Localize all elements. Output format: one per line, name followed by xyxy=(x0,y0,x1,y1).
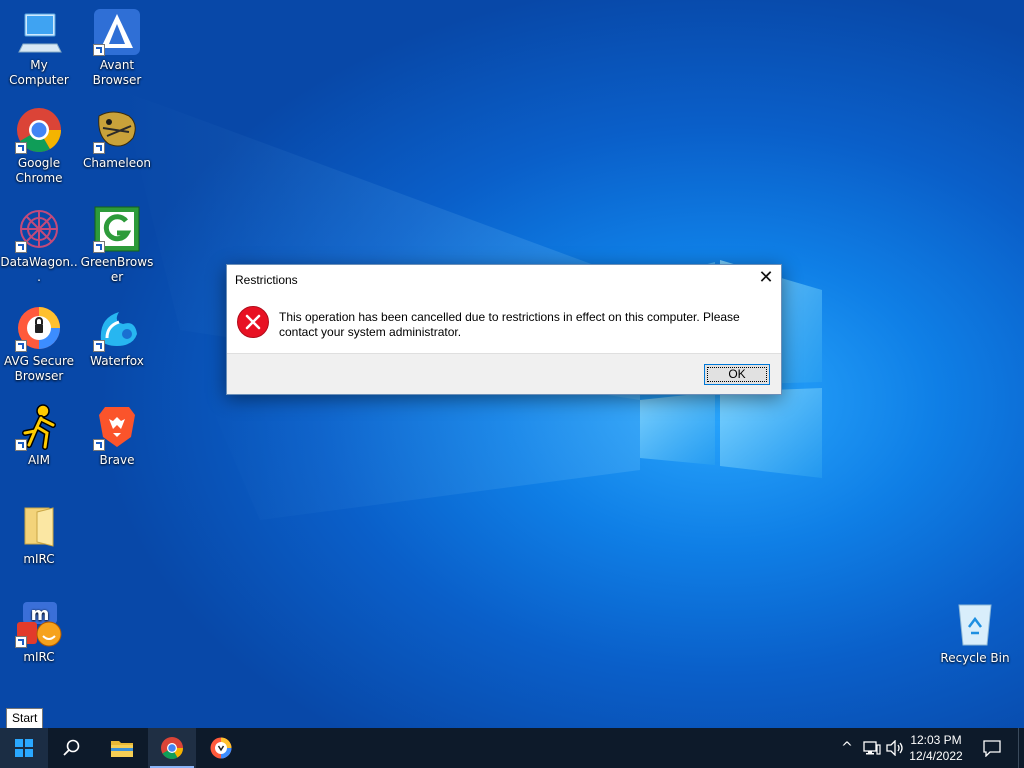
desktop-icon-avg-secure-browser[interactable]: AVG Secure Browser xyxy=(0,304,78,384)
desktop-icon-brave[interactable]: Brave xyxy=(78,403,156,468)
desktop-icon-waterfox[interactable]: Waterfox xyxy=(78,304,156,369)
shortcut-arrow-icon xyxy=(15,340,27,352)
chevron-up-icon: ^ xyxy=(841,740,853,756)
shortcut-arrow-icon xyxy=(15,142,27,154)
start-tooltip: Start xyxy=(6,708,44,729)
search-icon xyxy=(63,739,80,756)
avg-browser-icon xyxy=(15,304,63,352)
start-button[interactable] xyxy=(0,728,48,768)
chrome-icon xyxy=(15,106,63,154)
clock-date: 12/4/2022 xyxy=(909,749,963,763)
error-icon xyxy=(237,306,269,338)
search-button[interactable] xyxy=(48,728,96,768)
taskbar: ^ 12:03 PM 12/4/2022 xyxy=(0,728,1024,768)
brave-lion-icon xyxy=(93,403,141,451)
desktop-icon-datawagon[interactable]: DataWagon... xyxy=(0,205,78,285)
waterfox-icon xyxy=(93,304,141,352)
desktop-icon-chameleon[interactable]: Chameleon xyxy=(78,106,156,171)
show-desktop-button[interactable] xyxy=(1018,728,1024,768)
chrome-icon xyxy=(161,737,183,759)
shortcut-arrow-icon xyxy=(93,241,105,253)
shortcut-arrow-icon xyxy=(15,241,27,253)
desktop-icon-aim[interactable]: AIM xyxy=(0,403,78,468)
notification-icon xyxy=(983,740,1001,757)
network-icon[interactable] xyxy=(860,728,884,768)
avant-browser-icon xyxy=(93,8,141,56)
desktop-icon-mirc[interactable]: m mIRC xyxy=(0,600,78,665)
recycle-bin-icon xyxy=(951,601,999,649)
folder-icon xyxy=(111,741,133,757)
desktop-icon-my-computer[interactable]: My Computer xyxy=(0,8,78,88)
action-center-button[interactable] xyxy=(978,728,1006,768)
show-hidden-icons-button[interactable]: ^ xyxy=(838,728,856,768)
desktop-icon-recycle-bin[interactable]: Recycle Bin xyxy=(936,601,1014,666)
close-icon[interactable]: ✕ xyxy=(751,265,781,293)
shortcut-arrow-icon xyxy=(93,340,105,352)
monitor-icon xyxy=(15,8,63,56)
desktop-icon-greenbrowser[interactable]: GreenBrowser xyxy=(78,205,156,285)
chrome-taskbar-button[interactable] xyxy=(148,728,196,768)
dialog-title: Restrictions xyxy=(235,273,298,287)
file-explorer-button[interactable] xyxy=(98,728,146,768)
aim-running-man-icon xyxy=(15,403,63,451)
ok-button[interactable]: OK xyxy=(704,364,770,385)
desktop-icon-avant-browser[interactable]: Avant Browser xyxy=(78,8,156,88)
avg-browser-icon xyxy=(210,737,232,759)
folder-icon xyxy=(15,502,63,550)
shortcut-arrow-icon xyxy=(15,636,27,648)
datawagon-icon xyxy=(15,205,63,253)
shortcut-arrow-icon xyxy=(93,142,105,154)
desktop-icon-google-chrome[interactable]: Google Chrome xyxy=(0,106,78,186)
dialog-footer: OK xyxy=(227,353,781,394)
shortcut-arrow-icon xyxy=(93,44,105,56)
mirc-icon: m xyxy=(15,600,63,648)
desktop-icon-mirc-folder[interactable]: mIRC xyxy=(0,502,78,567)
clock-time: 12:03 PM xyxy=(910,733,962,747)
dialog-message: This operation has been cancelled due to… xyxy=(279,310,740,339)
restrictions-dialog: Restrictions ✕ This operation has been c… xyxy=(226,264,782,395)
shortcut-arrow-icon xyxy=(15,439,27,451)
windows-logo-icon xyxy=(15,739,33,757)
shortcut-arrow-icon xyxy=(93,439,105,451)
greenbrowser-icon xyxy=(93,205,141,253)
volume-icon[interactable] xyxy=(884,728,906,768)
avg-browser-taskbar-button[interactable] xyxy=(197,728,245,768)
chameleon-icon xyxy=(93,106,141,154)
clock[interactable]: 12:03 PM 12/4/2022 xyxy=(906,732,966,764)
